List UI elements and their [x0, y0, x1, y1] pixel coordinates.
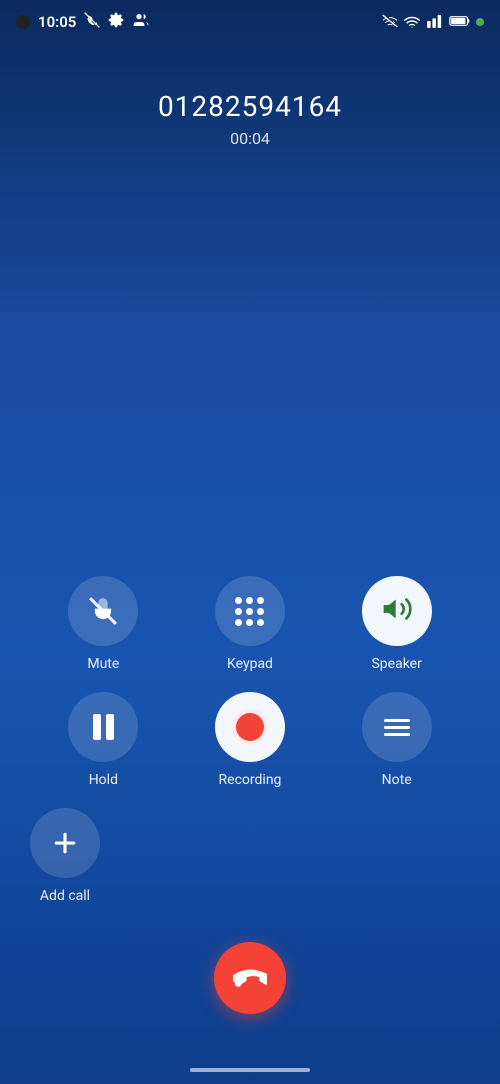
battery-icon	[449, 13, 471, 32]
add-call-label: Add call	[40, 888, 90, 904]
hold-icon	[93, 714, 114, 740]
mute-icon	[89, 595, 117, 627]
keypad-button[interactable]: Keypad	[177, 576, 324, 672]
speaker-label: Speaker	[371, 656, 421, 672]
note-icon	[384, 719, 410, 736]
status-bar: 10:05	[0, 0, 500, 40]
status-right	[382, 13, 484, 32]
speaker-icon	[381, 593, 413, 629]
speaker-circle	[362, 576, 432, 646]
end-call-area	[0, 942, 500, 1014]
add-call-button[interactable]: Add call	[30, 808, 100, 904]
gear-status-icon	[108, 12, 124, 32]
speaker-button[interactable]: Speaker	[323, 576, 470, 672]
keypad-icon	[235, 597, 264, 626]
mute-circle	[68, 576, 138, 646]
phone-off-status-icon	[84, 12, 100, 32]
hold-button[interactable]: Hold	[30, 692, 177, 788]
note-button[interactable]: Note	[323, 692, 470, 788]
phone-number: 01282594164	[0, 90, 500, 123]
hold-label: Hold	[89, 772, 118, 788]
no-signal-icon	[382, 13, 398, 32]
mute-button[interactable]: Mute	[30, 576, 177, 672]
note-label: Note	[382, 772, 412, 788]
end-call-button[interactable]	[214, 942, 286, 1014]
signal-bars-icon	[426, 13, 444, 32]
hold-circle	[68, 692, 138, 762]
controls-area: Mute Keypad	[0, 576, 500, 904]
recording-icon	[232, 709, 268, 745]
recording-label: Recording	[219, 772, 282, 788]
recording-circle	[215, 692, 285, 762]
recording-button[interactable]: Recording	[177, 692, 324, 788]
controls-grid: Mute Keypad	[30, 576, 470, 788]
add-call-icon	[30, 808, 100, 878]
wifi-icon	[403, 13, 421, 32]
keypad-label: Keypad	[227, 656, 273, 672]
call-duration: 00:04	[0, 129, 500, 148]
camera-indicator	[16, 15, 30, 29]
home-indicator	[190, 1068, 310, 1072]
keypad-circle	[215, 576, 285, 646]
status-left: 10:05	[16, 12, 150, 32]
active-dot	[476, 18, 484, 26]
note-circle	[362, 692, 432, 762]
users-status-icon	[132, 12, 150, 32]
call-info: 01282594164 00:04	[0, 90, 500, 148]
status-time: 10:05	[38, 13, 76, 31]
mute-label: Mute	[87, 656, 119, 672]
